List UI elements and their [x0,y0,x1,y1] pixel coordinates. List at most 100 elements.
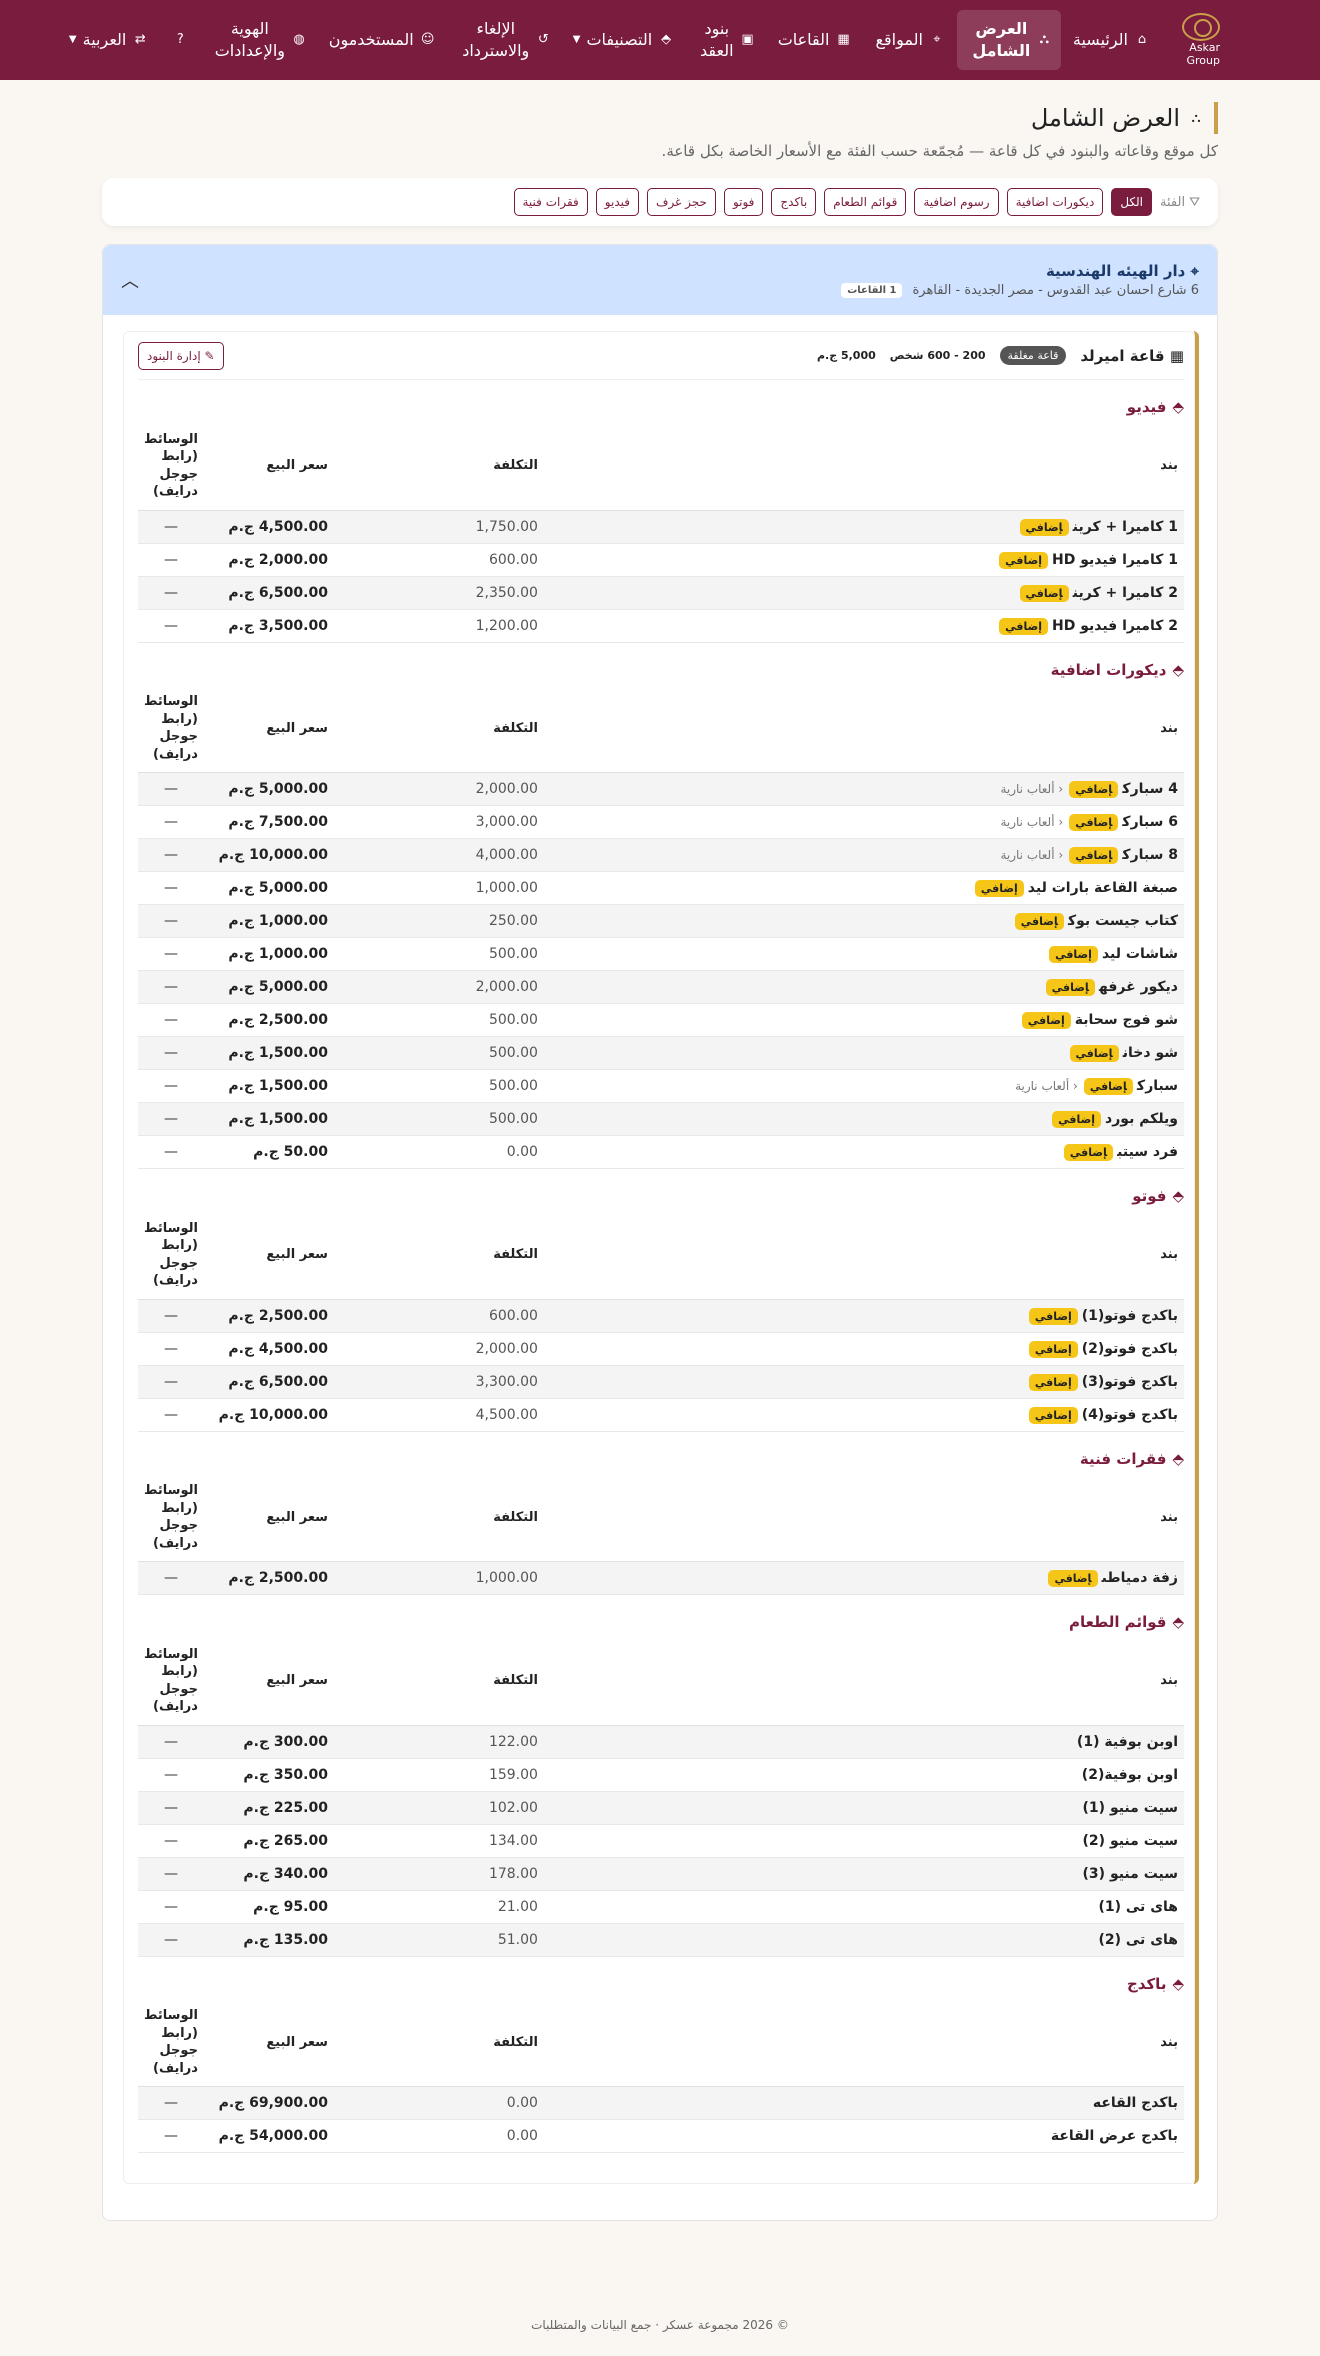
table-row[interactable]: سباركإضافي ‹ ألعاب نارية 500.00 1,500.00 ج.… [138,1069,1184,1103]
sell-price-cell: 350.00 ج.م [203,1758,334,1792]
table-row[interactable]: شاشات ليدإضافي 500.00 1,000.00 ج.م — [138,937,1184,971]
cost-cell: 3,300.00 [333,1365,544,1399]
chevron-up-icon[interactable]: ︿ [121,267,139,293]
media-cell: — [138,2119,204,2153]
media-cell: — [138,1724,204,1759]
table-row[interactable]: 2 كاميرا + كرينإضافي 2,350.00 6,500.00 ج.م… [138,576,1184,610]
category-name: فيديو [1126,398,1167,416]
building-icon: ▦ [837,32,850,48]
nav-item-6[interactable]: ↺ الإلغاء والاسترداد [448,10,561,69]
nav-item-2[interactable]: ⌖ المواقع [863,21,956,59]
table-row[interactable]: فرد سيتبإضافي 0.00 50.00 ج.م — [138,1135,1184,1169]
media-cell: — [138,1923,204,1957]
item-cell: شو فوج سحابةإضافي [543,1003,1184,1037]
table-row[interactable]: شو دخانإضافي 500.00 1,500.00 ج.م — [138,1036,1184,1070]
table-row[interactable]: سيت منيو (3) 178.00 340.00 ج.م — [138,1857,1184,1891]
item-name: 1 كاميرا فيديو HD [1051,551,1178,568]
col-cost-header: التكلفة [493,720,538,736]
table-row[interactable]: باكدج عرض القاعة 0.00 54,000.00 ج.م — [138,2119,1184,2153]
table-row[interactable]: ديكور غرفهإضافي 2,000.00 5,000.00 ج.م — [138,970,1184,1004]
subcategory-text: ألعاب نارية [1015,1079,1070,1093]
extra-badge: إضافي [999,617,1048,635]
item-cell: 1 كاميرا فيديو HDإضافي [543,543,1184,577]
item-name: ديكور غرفه [1099,979,1178,995]
item-cell: 2 كاميرا فيديو HDإضافي [543,609,1184,643]
table-row[interactable]: ويلكم بوردإضافي 500.00 1,500.00 ج.م — [138,1102,1184,1136]
item-cell: 4 سباركإضافي ‹ ألعاب نارية [543,772,1184,806]
brand-name: Askar Group [1186,41,1221,67]
table-row[interactable]: اوبن بوفية (1) 122.00 300.00 ج.م — [138,1724,1184,1759]
table-row[interactable]: هاى تى (2) 51.00 135.00 ج.م — [138,1923,1184,1957]
col-sell-header: سعر البيع [266,1509,328,1525]
brand-logo[interactable]: Askar Group [1182,13,1220,67]
sell-price-cell: 1,500.00 ج.م [203,1036,334,1070]
filter-chip-0[interactable]: الكل [1111,188,1153,216]
table-row[interactable]: باكدج فوتو(2)إضافي 2,000.00 4,500.00 ج.م — [138,1332,1184,1366]
manage-items-button[interactable]: ✎ إدارة البنود [138,341,224,370]
filter-chip-6[interactable]: حجز غرف [647,188,716,216]
table-row[interactable]: باكدج فوتو(3)إضافي 3,300.00 6,500.00 ج.م — [138,1365,1184,1399]
table-row[interactable]: 1 كاميرا فيديو HDإضافي 600.00 2,000.00 ج.م… [138,543,1184,577]
nav-item-label: الهوية والإعدادات [214,19,286,60]
site-header[interactable]: ⌖ دار الهيئه الهندسية 6 شارع احسان عبد ا… [103,245,1217,315]
sell-price-cell: 2,500.00 ج.م [203,1561,334,1595]
cost-cell: 0.00 [333,1135,544,1169]
filter-chip-2[interactable]: رسوم اضافية [914,188,999,216]
filter-chip-3[interactable]: قوائم الطعام [824,188,907,216]
tag-icon: ⬘ [661,32,672,48]
media-cell: — [138,576,204,610]
category-heading: ⬘ فوتو [138,1187,1184,1205]
table-row[interactable]: سيت منيو (2) 134.00 265.00 ج.م — [138,1824,1184,1858]
language-select[interactable]: ⇄ العربية ▼ [57,21,160,59]
filter-chip-1[interactable]: ديكورات اضافية [1006,188,1104,216]
extra-badge: إضافي [1045,979,1096,996]
item-name: ويلكم بورد [1105,1111,1178,1127]
filter-chips: الكل ديكورات اضافية رسوم اضافية قوائم الطعا… [513,188,1153,216]
nav-item-1[interactable]: ⛬ العرض الشامل [956,10,1061,70]
item-name: 2 كاميرا + كرين [1072,584,1178,601]
site-address: 6 شارع احسان عبد القدوس - مصر الجديدة - … [912,283,1199,298]
table-row[interactable]: اوبن بوفية(2) 159.00 350.00 ج.م — [138,1758,1184,1792]
col-cost-header: التكلفة [493,458,538,474]
table-row[interactable]: 4 سباركإضافي ‹ ألعاب نارية 2,000.00 5,000.0… [138,772,1184,806]
cost-cell: 500.00 [333,1003,544,1037]
table-row[interactable]: صبغة القاعة بارات ليدإضافي 1,000.00 5,000.… [138,871,1184,905]
filter-chip-5[interactable]: فوتو [723,188,764,216]
item-cell: اوبن بوفية(2) [543,1758,1184,1792]
nav-item-4[interactable]: ▣ بنود العقد [686,10,766,69]
nav-item-7[interactable]: ☺ المستخدمون [317,21,448,59]
sell-price-cell: 340.00 ج.م [203,1857,334,1891]
table-row[interactable]: باكدج فوتو(4)إضافي 4,500.00 10,000.00 ج.م — [138,1398,1184,1432]
tag-icon: ⬘ [1172,1187,1184,1205]
filter-chip-4[interactable]: باكدج [771,188,817,216]
nav-item-3[interactable]: ▦ القاعات [766,21,864,59]
subcategory-text: ألعاب نارية [1000,815,1055,829]
table-row[interactable]: 8 سباركإضافي ‹ ألعاب نارية 4,000.00 10,000.… [138,838,1184,872]
table-row[interactable]: باكدج القاعه 0.00 69,900.00 ج.م — [138,2086,1184,2120]
table-row[interactable]: باكدج فوتو(1)إضافي 600.00 2,500.00 ج.م — [138,1298,1184,1333]
table-row[interactable]: 6 سباركإضافي ‹ ألعاب نارية 3,000.00 7,500.0… [138,805,1184,839]
subcategory-text: ألعاب نارية [1000,782,1055,796]
sell-price-cell: 4,500.00 ج.م [203,509,334,544]
filter-icon: ⛛ [1189,194,1200,210]
undo-icon: ↺ [537,32,549,48]
table-row[interactable]: 1 كاميرا + كرينإضافي 1,750.00 4,500.00 ج.م… [138,509,1184,544]
table-row[interactable]: هاى تى (1) 21.00 95.00 ج.م — [138,1890,1184,1924]
table-row[interactable]: سيت منيو (1) 102.00 225.00 ج.م — [138,1791,1184,1825]
filter-chip-8[interactable]: فقرات فنية [513,188,588,216]
media-cell: — [138,1332,204,1366]
col-media-header: الوسائط (رابط جوجل درايف) [143,431,198,500]
nav-item-5[interactable]: ⬘ التصنيفات ▼ [561,21,686,59]
table-row[interactable]: شو فوج سحابةإضافي 500.00 2,500.00 ج.م — [138,1003,1184,1037]
table-row[interactable]: كتاب جيست بوكإضافي 250.00 1,000.00 ج.م — [138,904,1184,938]
item-name: شو دخان [1122,1045,1178,1061]
filter-chip-7[interactable]: فيديو [595,188,639,216]
nav-item-8[interactable]: ◍ الهوية والإعدادات [200,10,316,69]
table-row[interactable]: زفة دمياطىإضافي 1,000.00 2,500.00 ج.م — [138,1561,1184,1595]
sell-price-cell: 300.00 ج.م [203,1724,334,1759]
cost-cell: 102.00 [333,1791,544,1825]
tag-icon: ⬘ [1172,660,1184,679]
table-row[interactable]: 2 كاميرا فيديو HDإضافي 1,200.00 3,500.00 ج… [138,609,1184,643]
help-button[interactable]: ? [160,24,200,56]
nav-item-0[interactable]: ⌂ الرئيسية [1061,21,1162,59]
